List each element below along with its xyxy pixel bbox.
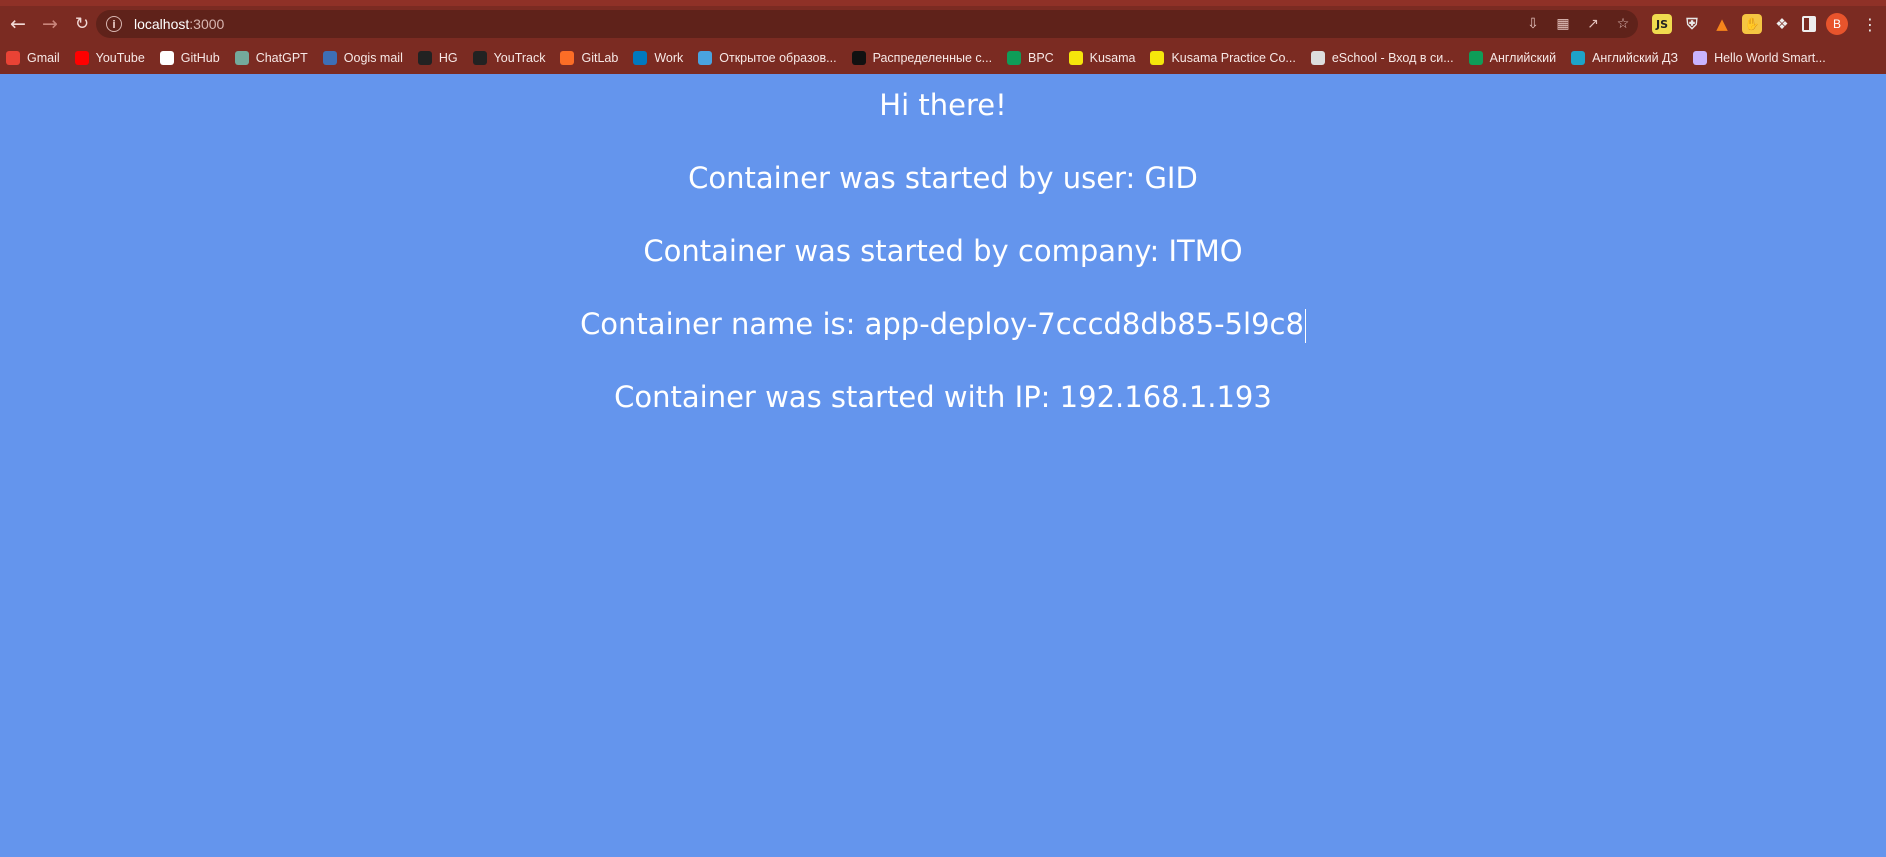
translate-icon[interactable]: ▦: [1554, 16, 1572, 32]
bookmark-label: YouTube: [95, 51, 145, 65]
extensions-puzzle-icon[interactable]: ❖: [1772, 14, 1792, 34]
bookmark-item[interactable]: Распределенные с...: [846, 47, 1001, 69]
company-line: Container was started by company: ITMO: [643, 234, 1243, 268]
container-name-line: Container name is: app-deploy-7cccd8db85…: [0, 307, 1886, 343]
bookmark-favicon-icon: [1468, 51, 1483, 65]
bookmark-favicon-icon: [1068, 51, 1083, 65]
bookmark-favicon-icon: [1007, 51, 1022, 65]
bookmark-favicon-icon: [472, 51, 487, 65]
bookmark-item[interactable]: GitLab: [554, 47, 627, 69]
bookmark-item[interactable]: Kusama Practice Co...: [1144, 47, 1304, 69]
text-cursor: [1304, 309, 1306, 343]
bookmark-favicon-icon: [1310, 51, 1325, 65]
bookmark-favicon-icon: [1150, 51, 1165, 65]
bookmark-label: HG: [438, 51, 458, 65]
bookmark-item[interactable]: Gmail: [0, 47, 69, 69]
bookmark-label: Hello World Smart...: [1714, 51, 1826, 65]
bookmark-item[interactable]: Открытое образов...: [692, 47, 845, 69]
bookmark-favicon-icon: [698, 51, 713, 65]
bookmark-favicon-icon: [417, 51, 432, 65]
reload-icon[interactable]: ↻: [68, 10, 96, 38]
metamask-fox-icon[interactable]: ▲: [1712, 14, 1732, 34]
shield-extension-icon[interactable]: ⛨: [1682, 14, 1702, 34]
bookmark-favicon-icon: [159, 51, 174, 65]
profile-avatar[interactable]: B: [1826, 13, 1848, 35]
bookmark-item[interactable]: Oogis mail: [317, 47, 412, 69]
menu-dots-icon[interactable]: ⋮: [1862, 15, 1878, 34]
bookmark-item[interactable]: eSchool - Вход в си...: [1305, 47, 1463, 69]
browser-chrome: ← → ↻ i localhost:3000 ⇩ ▦ ↗ ☆ JS ⛨ ▲ ✋ …: [0, 0, 1886, 74]
bookmarks-bar: Gmail YouTube GitHub ChatGPT Oogis mail HG You…: [0, 46, 1886, 70]
bookmark-item[interactable]: ВРС: [1001, 47, 1063, 69]
share-icon[interactable]: ↗: [1584, 16, 1602, 32]
bookmark-label: Английский: [1489, 51, 1557, 65]
bookmark-item[interactable]: Work: [627, 47, 692, 69]
ip-line: Container was started with IP: 192.168.1…: [614, 380, 1272, 414]
bookmark-label: Открытое образов...: [719, 51, 837, 65]
bookmark-label: YouTrack: [493, 51, 546, 65]
address-bar[interactable]: i localhost:3000 ⇩ ▦ ↗ ☆: [96, 10, 1638, 38]
install-app-icon[interactable]: ⇩: [1524, 16, 1542, 32]
bookmark-favicon-icon: [234, 51, 249, 65]
bookmark-label: ChatGPT: [255, 51, 308, 65]
bookmark-item[interactable]: Английский: [1463, 47, 1565, 69]
bookmark-item[interactable]: YouTube: [69, 47, 154, 69]
javascript-extension-icon[interactable]: JS: [1652, 14, 1672, 34]
container-name-text: Container name is: app-deploy-7cccd8db85…: [580, 307, 1304, 341]
bookmark-favicon-icon: [633, 51, 648, 65]
forward-arrow-icon[interactable]: →: [36, 10, 64, 38]
url-host: localhost: [134, 16, 190, 32]
bookmark-label: GitLab: [581, 51, 619, 65]
address-bar-actions: ⇩ ▦ ↗ ☆: [1524, 10, 1632, 38]
bookmark-favicon-icon: [74, 51, 89, 65]
bookmark-item[interactable]: Kusama: [1063, 47, 1145, 69]
bookmark-label: eSchool - Вход в си...: [1331, 51, 1454, 65]
bookmark-favicon-icon: [6, 51, 20, 65]
hand-extension-icon[interactable]: ✋: [1742, 14, 1762, 34]
bookmark-label: Oogis mail: [343, 51, 403, 65]
bookmark-item[interactable]: Английский ДЗ: [1565, 47, 1687, 69]
url-port: :3000: [189, 16, 225, 32]
bookmark-item[interactable]: ChatGPT: [229, 47, 317, 69]
browser-toolbar: ← → ↻ i localhost:3000 ⇩ ▦ ↗ ☆ JS ⛨ ▲ ✋ …: [0, 6, 1886, 42]
back-arrow-icon[interactable]: ←: [4, 10, 32, 38]
bookmark-label: Work: [654, 51, 684, 65]
greeting-text: Hi there!: [879, 88, 1007, 122]
side-panel-icon[interactable]: [1802, 16, 1816, 32]
bookmark-label: Gmail: [27, 51, 60, 65]
bookmark-label: Английский ДЗ: [1592, 51, 1679, 65]
bookmark-label: ВРС: [1028, 51, 1054, 65]
bookmark-favicon-icon: [851, 51, 866, 65]
bookmark-favicon-icon: [560, 51, 575, 65]
bookmark-star-icon[interactable]: ☆: [1614, 16, 1632, 32]
bookmark-item[interactable]: Hello World Smart...: [1687, 47, 1835, 69]
site-info-icon[interactable]: i: [106, 16, 122, 32]
user-line: Container was started by user: GID: [688, 161, 1198, 195]
bookmark-label: Kusama: [1089, 51, 1136, 65]
bookmark-favicon-icon: [322, 51, 337, 65]
bookmark-item[interactable]: GitHub: [154, 47, 229, 69]
bookmark-favicon-icon: [1571, 51, 1586, 65]
bookmark-label: Распределенные с...: [872, 51, 993, 65]
page-content: Hi there! Container was started by user:…: [0, 74, 1886, 857]
bookmark-favicon-icon: [1693, 51, 1708, 65]
bookmark-label: Kusama Practice Co...: [1171, 51, 1296, 65]
bookmark-item[interactable]: YouTrack: [467, 47, 555, 69]
bookmark-item[interactable]: HG: [412, 47, 467, 69]
bookmark-label: GitHub: [180, 51, 220, 65]
address-url[interactable]: localhost:3000: [134, 16, 224, 32]
extensions-area: JS ⛨ ▲ ✋ ❖ B ⋮: [1652, 10, 1878, 38]
